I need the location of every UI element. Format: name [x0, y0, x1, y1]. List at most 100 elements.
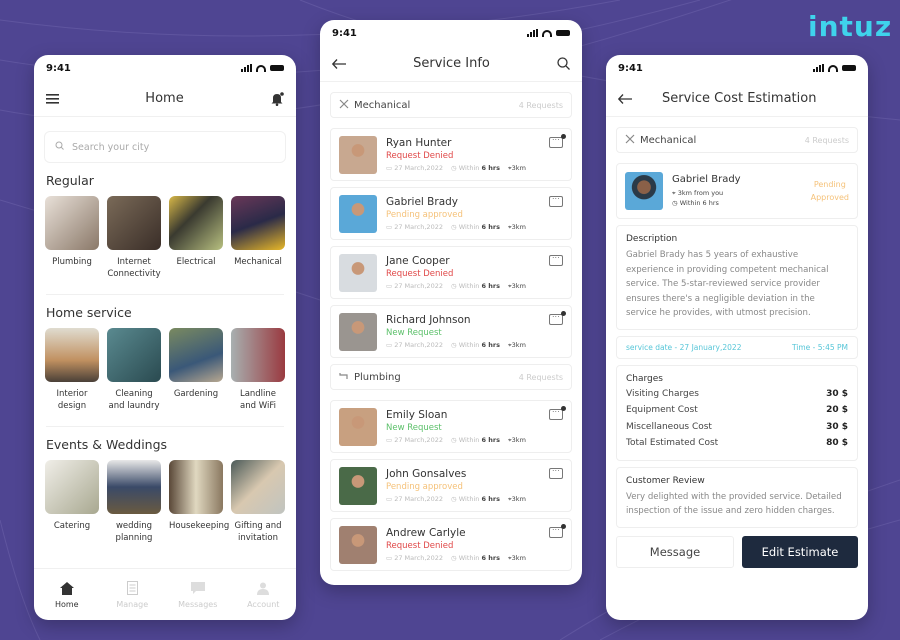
signal-icon [241, 64, 252, 72]
category-plumbing[interactable]: Plumbing [45, 196, 99, 280]
message-button[interactable]: Message [616, 535, 734, 568]
request-card[interactable]: Gabriel Brady Pending approved ▭ 27 Marc… [330, 187, 572, 240]
request-card[interactable]: Richard Johnson New Request ▭ 27 March,2… [330, 305, 572, 358]
category-mechanical[interactable]: Mechanical [231, 196, 285, 280]
category-gardening[interactable]: Gardening [169, 328, 223, 412]
category-catering[interactable]: Catering [45, 460, 99, 544]
category-internet-connectivity[interactable]: Internet Connectivity [107, 196, 161, 280]
wifi-icon [828, 64, 838, 72]
total-row: Total Estimated Cost 80 $ [626, 438, 848, 448]
clock-icon: ◷ [672, 199, 680, 207]
avatar [339, 135, 377, 174]
menu-icon[interactable] [46, 93, 59, 104]
category-interior-design[interactable]: Interior design [45, 328, 99, 412]
back-arrow-icon[interactable] [618, 93, 632, 104]
request-distance: ⌖3km [508, 281, 526, 290]
request-card[interactable]: Andrew Carlyle Request Denied ▭ 27 March… [330, 518, 572, 571]
request-card[interactable]: Emily Sloan New Request ▭ 27 March,2022 … [330, 400, 572, 453]
tools-icon [339, 99, 349, 112]
divider [46, 294, 284, 295]
calendar-icon: ▭ [386, 222, 395, 231]
notification-bell-icon[interactable] [270, 91, 284, 106]
description-title: Description [626, 234, 678, 244]
chat-icon[interactable] [549, 523, 566, 538]
review-text: Very delighted with the provided service… [626, 491, 842, 517]
avatar [339, 312, 377, 351]
provider-distance: ⌖ 3km from you [672, 189, 724, 197]
tab-messages[interactable]: Messages [168, 580, 228, 609]
service-time: Time - 5:45 PM [791, 342, 848, 352]
request-count: 4 Requests [804, 135, 849, 145]
request-date: ▭ 27 March,2022 [386, 553, 443, 562]
clock-icon: ◷ [450, 340, 459, 349]
category-landline-wifi[interactable]: Landline and WiFi [231, 328, 285, 412]
battery-icon [270, 65, 284, 71]
provider-within: ◷ Within 6 hrs [672, 199, 719, 207]
clock-icon: ◷ [450, 222, 459, 231]
chat-icon[interactable] [549, 251, 563, 266]
description-text: Gabriel Brady has 5 years of exhaustive … [626, 250, 829, 318]
charge-row: Equipment Cost 20 $ [626, 405, 848, 415]
clipboard-icon [102, 580, 162, 596]
category-wedding-planning[interactable]: wedding planning [107, 460, 161, 544]
provider-avatar [625, 172, 663, 210]
page-title: Service Cost Estimation [662, 91, 817, 106]
request-within: ◷ Within 6 hrs [450, 222, 500, 231]
search-icon [55, 141, 64, 153]
search-icon[interactable] [557, 57, 570, 70]
request-card[interactable]: Jane Cooper Request Denied ▭ 27 March,20… [330, 246, 572, 299]
chat-icon[interactable] [549, 133, 566, 148]
section-events-weddings: Events & Weddings Catering wedding plann… [34, 437, 296, 544]
battery-icon [556, 30, 570, 36]
review-card: Customer Review Very delighted with the … [616, 466, 858, 528]
requester-name: Richard Johnson [386, 313, 471, 326]
section-title: Regular [46, 173, 94, 188]
tab-account[interactable]: Account [233, 580, 293, 609]
calendar-icon: ▭ [386, 553, 395, 562]
request-within: ◷ Within 6 hrs [450, 163, 500, 172]
chat-icon [168, 580, 228, 596]
edit-estimate-button[interactable]: Edit Estimate [742, 535, 858, 568]
section-home-service: Home service Interior design Cleaning an… [34, 305, 296, 427]
request-status: Pending approved [386, 481, 463, 492]
unread-dot [561, 311, 566, 316]
category-cleaning-laundry[interactable]: Cleaning and laundry [107, 328, 161, 412]
request-card[interactable]: Ryan Hunter Request Denied ▭ 27 March,20… [330, 128, 572, 181]
calendar-icon: ▭ [386, 281, 395, 290]
request-card[interactable]: John Gonsalves Pending approved ▭ 27 Mar… [330, 459, 572, 512]
battery-icon [842, 65, 856, 71]
category-header-plumbing: Plumbing 4 Requests [330, 364, 572, 390]
search-input[interactable]: Search your city [44, 131, 286, 163]
page-title: Home [145, 91, 184, 106]
home-screen: 9:41 Home Search your city Regular Plumb… [34, 55, 296, 620]
category-electrical[interactable]: Electrical [169, 196, 223, 280]
home-navbar: Home [34, 81, 296, 117]
chat-icon[interactable] [549, 310, 566, 325]
request-date: ▭ 27 March,2022 [386, 281, 443, 290]
search-placeholder: Search your city [72, 141, 150, 153]
charges-title: Charges [626, 373, 663, 384]
request-within: ◷ Within 6 hrs [450, 553, 500, 562]
avatar [339, 407, 377, 446]
signal-icon [813, 64, 824, 72]
category-header-mechanical: Mechanical 4 Requests [330, 92, 572, 118]
request-date: ▭ 27 March,2022 [386, 435, 443, 444]
chat-icon[interactable] [549, 464, 563, 479]
request-distance: ⌖3km [508, 222, 526, 231]
back-arrow-icon[interactable] [332, 58, 346, 69]
request-distance: ⌖3km [508, 340, 526, 349]
tab-manage[interactable]: Manage [102, 580, 162, 609]
unread-dot [561, 406, 566, 411]
chat-icon[interactable] [549, 405, 566, 420]
category-gifting-invitation[interactable]: Gifting and invitation [231, 460, 285, 544]
calendar-icon: ▭ [386, 340, 395, 349]
request-within: ◷ Within 6 hrs [450, 281, 500, 290]
clock-icon: ◷ [450, 163, 459, 172]
request-status: New Request [386, 327, 442, 338]
chat-icon[interactable] [549, 192, 563, 207]
tab-home[interactable]: Home [37, 580, 97, 609]
service-info-navbar: Service Info [320, 46, 582, 82]
calendar-icon: ▭ [386, 494, 395, 503]
wifi-icon [542, 29, 552, 37]
category-housekeeping[interactable]: Housekeeping [169, 460, 229, 544]
